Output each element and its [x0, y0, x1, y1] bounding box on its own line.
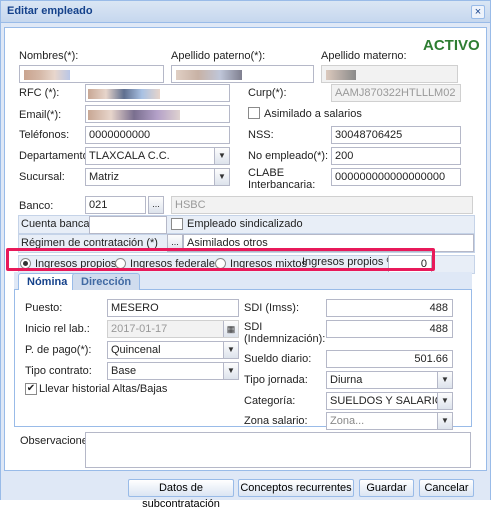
pago-label: P. de pago(*): [25, 344, 92, 356]
zona-select[interactable]: Zona... ▼ [326, 412, 453, 430]
rfc-field[interactable] [85, 84, 230, 102]
historial-label: Llevar historial Altas/Bajas [39, 383, 168, 395]
pago-value: Quincenal [111, 344, 161, 356]
cuenta-field[interactable] [89, 216, 167, 234]
categoria-label: Categoría: [244, 395, 296, 407]
subcontratacion-button[interactable]: Datos de subcontratación [128, 479, 234, 510]
sueldo-field[interactable]: 501.66 [326, 350, 453, 368]
apellido-paterno-label: Apellido paterno(*): [171, 50, 266, 62]
curp-label: Curp(*): [248, 87, 287, 99]
nomina-tab-body: Puesto: MESERO Inicio rel lab.: 2017-01-… [14, 290, 472, 430]
edit-employee-dialog: Editar empleado × Nombres(*): Apellido p… [0, 0, 491, 510]
sueldo-label: Sueldo diario: [244, 353, 312, 365]
sindicalizado-checkbox[interactable] [171, 218, 183, 230]
sdi-imss-label: SDI (Imss): [244, 302, 299, 314]
telefonos-label: Teléfonos: [19, 129, 70, 141]
puesto-label: Puesto: [25, 302, 63, 314]
chevron-down-icon[interactable]: ▼ [437, 372, 452, 388]
banco-name-field[interactable]: HSBC [171, 196, 473, 214]
banco-code-field[interactable]: 021 [85, 196, 146, 214]
no-empleado-label: No empleado(*): [248, 150, 329, 162]
sucursal-label: Sucursal: [19, 171, 65, 183]
inicio-label: Inicio rel lab.: [25, 323, 90, 335]
banco-lookup-button[interactable]: ... [148, 196, 164, 214]
tab-direccion[interactable]: Dirección [72, 273, 141, 290]
status-badge: ACTIVO [423, 37, 480, 54]
sindicalizado-label: Empleado sindicalizado [187, 218, 303, 230]
redacted-surname [176, 70, 242, 80]
clabe-field[interactable]: 000000000000000000 [331, 168, 461, 186]
tipo-contrato-label: Tipo contrato: [25, 365, 92, 377]
puesto-field[interactable]: MESERO [107, 299, 239, 317]
inicio-value: 2017-01-17 [111, 323, 168, 335]
conceptos-button[interactable]: Conceptos recurrentes [238, 479, 354, 497]
departamento-select[interactable]: TLAXCALA C.C. ▼ [85, 147, 230, 165]
historial-checkbox[interactable]: ✔ [25, 383, 37, 395]
redacted-rfc [88, 89, 160, 99]
jornada-value: Diurna [330, 374, 363, 386]
chevron-down-icon[interactable]: ▼ [437, 393, 452, 409]
calendar-icon[interactable]: ▦ [223, 321, 238, 337]
rfc-label: RFC (*): [19, 87, 60, 99]
tipo-contrato-value: Base [111, 365, 137, 377]
sdi-ind-field[interactable]: 488 [326, 320, 453, 338]
apellido-materno-label: Apellido materno: [321, 50, 407, 62]
sdi-ind-label: SDI [244, 321, 263, 333]
chevron-down-icon[interactable]: ▼ [223, 363, 238, 379]
tab-nomina[interactable]: Nómina [18, 273, 77, 290]
guardar-button[interactable]: Guardar [359, 479, 414, 497]
zona-label: Zona salario: [244, 415, 308, 427]
jornada-select[interactable]: Diurna ▼ [326, 371, 453, 389]
asimilado-label: Asimilado a salarios [264, 108, 362, 120]
nombres-label: Nombres(*): [19, 50, 79, 62]
nss-label: NSS: [248, 129, 274, 141]
departamento-label: Departamento: [19, 150, 92, 162]
categoria-select[interactable]: SUELDOS Y SALARIOS ▼ [326, 392, 453, 410]
nombres-field[interactable] [19, 65, 164, 83]
redacted-email [88, 110, 180, 120]
email-label: Email(*): [19, 109, 62, 121]
inicio-date-field[interactable]: 2017-01-17 ▦ [107, 320, 239, 338]
sdi-ind-label-2: (Indemnización): [244, 333, 326, 345]
no-empleado-field[interactable]: 200 [331, 147, 461, 165]
jornada-label: Tipo jornada: [244, 374, 308, 386]
apellido-materno-field[interactable] [321, 65, 458, 83]
cancelar-button[interactable]: Cancelar [419, 479, 474, 497]
pago-select[interactable]: Quincenal ▼ [107, 341, 239, 359]
observaciones-label: Observaciones [20, 435, 94, 447]
chevron-down-icon[interactable]: ▼ [214, 148, 229, 164]
observaciones-textarea[interactable] [85, 432, 471, 468]
sucursal-value: Matriz [89, 171, 119, 183]
asimilado-checkbox[interactable] [248, 107, 260, 119]
clabe-label: CLABE [248, 167, 285, 179]
zona-placeholder: Zona... [330, 415, 365, 427]
redacted-maternal [326, 70, 356, 80]
chevron-down-icon[interactable]: ▼ [214, 169, 229, 185]
sucursal-select[interactable]: Matriz ▼ [85, 168, 230, 186]
nss-field[interactable]: 30048706425 [331, 126, 461, 144]
tab-strip: Nómina Dirección [14, 272, 472, 290]
income-highlight-box [6, 248, 435, 271]
email-field[interactable] [85, 105, 230, 123]
chevron-down-icon[interactable]: ▼ [223, 342, 238, 358]
close-button[interactable]: × [471, 5, 485, 19]
clabe-label-2: Interbancaria: [248, 179, 316, 191]
redacted-name [24, 70, 70, 80]
window-title: Editar empleado [7, 5, 93, 17]
curp-field[interactable]: AAMJ870322HTLLLM02 [331, 84, 461, 102]
banco-label: Banco: [19, 200, 54, 212]
title-bar: Editar empleado × [1, 1, 490, 23]
chevron-down-icon[interactable]: ▼ [437, 413, 452, 429]
tipo-contrato-select[interactable]: Base ▼ [107, 362, 239, 380]
sdi-imss-field[interactable]: 488 [326, 299, 453, 317]
telefonos-field[interactable]: 0000000000 [85, 126, 230, 144]
apellido-paterno-field[interactable] [171, 65, 314, 83]
departamento-value: TLAXCALA C.C. [89, 150, 170, 162]
categoria-value: SUELDOS Y SALARIOS [330, 395, 451, 407]
